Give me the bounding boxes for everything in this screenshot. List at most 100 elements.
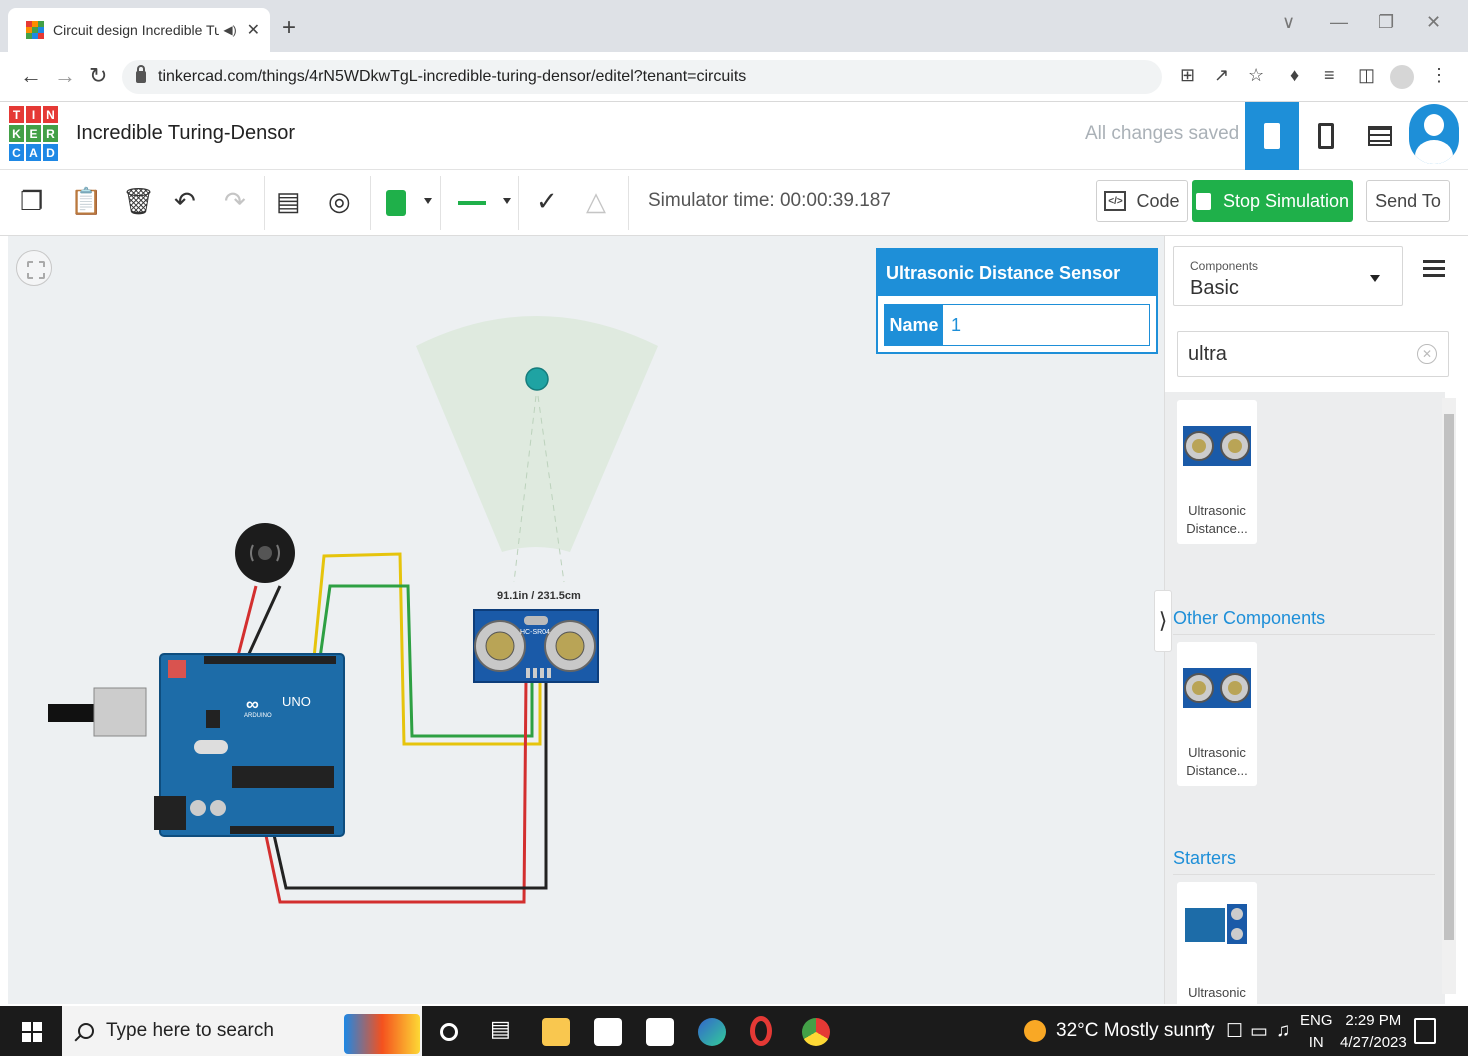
circuit-view-button[interactable] <box>1245 102 1299 170</box>
stop-simulation-button[interactable]: Stop Simulation <box>1192 180 1353 222</box>
redo-icon[interactable]: ↷ <box>224 186 246 217</box>
annotation-pin-icon[interactable]: ◎ <box>328 186 351 217</box>
close-tab-icon[interactable]: ✕ <box>247 20 260 40</box>
reading-list-icon[interactable]: ≡ <box>1324 65 1335 86</box>
schematic-view-button[interactable] <box>1299 102 1353 170</box>
section-divider <box>1173 874 1435 875</box>
forward-icon[interactable]: → <box>54 63 76 89</box>
cortana-icon[interactable] <box>440 1023 458 1041</box>
send-to-button[interactable]: Send To <box>1366 180 1450 222</box>
new-tab-button[interactable]: + <box>282 14 296 42</box>
scrollbar-thumb[interactable] <box>1444 414 1454 940</box>
section-other-components[interactable]: Other Components <box>1173 608 1325 629</box>
profile-avatar[interactable] <box>1390 65 1414 89</box>
notifications-icon[interactable] <box>1414 1018 1436 1044</box>
components-category-select[interactable]: Components Basic <box>1173 246 1403 306</box>
flip-icon[interactable]: △ <box>586 186 606 217</box>
weather-icon[interactable] <box>1024 1020 1046 1042</box>
copy-icon[interactable]: ❐ <box>20 186 43 217</box>
wire-color-swatch[interactable] <box>386 190 406 216</box>
code-icon: </> <box>1104 191 1127 211</box>
ultrasonic-sensor-thumbnail-icon <box>1183 668 1251 708</box>
ultrasonic-sensor-thumbnail-icon <box>1183 426 1251 466</box>
name-input[interactable]: 1 <box>943 305 1149 345</box>
display-icon[interactable]: ▭ <box>1250 1020 1268 1043</box>
code-button[interactable]: </> Code <box>1096 180 1188 222</box>
region-code: IN <box>1308 1034 1324 1051</box>
audio-playing-icon[interactable]: ◀) <box>223 23 236 37</box>
card-label-line: Ultrasonic <box>1188 985 1246 1000</box>
stop-icon <box>1195 192 1211 210</box>
weather-text[interactable]: 32°C Mostly sunny <box>1056 1020 1215 1042</box>
rotate-icon[interactable]: ✓ <box>536 186 558 217</box>
component-results-list: Ultrasonic Distance... Other Components … <box>1165 392 1445 1004</box>
minimize-button[interactable]: — <box>1330 12 1348 33</box>
extensions-icon[interactable]: ♦ <box>1290 65 1299 86</box>
lock-icon <box>136 65 146 83</box>
wire-type-dropdown-icon[interactable] <box>503 198 511 204</box>
browser-menu-icon[interactable]: ⋮ <box>1430 65 1448 86</box>
reload-icon[interactable]: ↻ <box>89 63 107 89</box>
task-view-icon[interactable]: ▤ <box>490 1016 518 1044</box>
wire-type-swatch[interactable] <box>458 201 486 205</box>
search-highlight-icon[interactable] <box>344 1014 420 1054</box>
close-window-button[interactable]: ✕ <box>1426 12 1441 33</box>
file-explorer-icon[interactable] <box>542 1018 570 1046</box>
url-text: tinkercad.com/things/4rN5WDkwTgL-incredi… <box>158 68 747 85</box>
tab-search-chevron-icon[interactable]: ∨ <box>1282 12 1295 33</box>
component-list-button[interactable] <box>1353 102 1407 170</box>
target-object <box>525 367 549 391</box>
section-starters[interactable]: Starters <box>1173 848 1236 869</box>
collapse-panel-toggle[interactable]: ⟩ <box>1154 590 1172 652</box>
windows-start-icon[interactable] <box>22 1022 42 1042</box>
notes-icon[interactable]: ▤ <box>276 186 301 217</box>
tray-chevron-icon[interactable]: ⌃ <box>1198 1020 1214 1043</box>
bookmark-star-icon[interactable]: ☆ <box>1248 65 1264 86</box>
install-app-icon[interactable]: ⊞ <box>1180 65 1195 86</box>
wire-color-dropdown-icon[interactable] <box>424 198 432 204</box>
delete-icon[interactable]: 🗑 <box>122 186 155 217</box>
component-card[interactable]: Ultrasonic Distance... <box>1177 642 1257 786</box>
component-list-icon <box>1368 126 1392 146</box>
side-panel-icon[interactable]: ◫ <box>1358 65 1375 86</box>
sensor-detection-cone <box>416 316 658 552</box>
component-card[interactable]: Ultrasonic Distance... <box>1177 400 1257 544</box>
undo-icon[interactable]: ↶ <box>174 186 196 217</box>
restore-button[interactable]: ❐ <box>1378 12 1394 33</box>
mail-icon[interactable] <box>646 1018 674 1046</box>
starter-card[interactable]: Ultrasonic <box>1177 882 1257 1004</box>
inspector-title: Ultrasonic Distance Sensor <box>878 250 1156 296</box>
taskbar-search-placeholder: Type here to search <box>106 1020 274 1041</box>
arduino-infinity-icon: ∞ <box>246 694 259 714</box>
search-icon <box>78 1023 94 1039</box>
back-icon[interactable]: ← <box>20 63 42 89</box>
paste-icon[interactable]: 📋 <box>70 186 102 217</box>
panel-scrollbar[interactable] <box>1442 398 1456 994</box>
url-field[interactable]: tinkercad.com/things/4rN5WDkwTgL-incredi… <box>122 60 1162 94</box>
components-caption: Components <box>1190 259 1259 273</box>
network-icon[interactable]: ☐ <box>1226 1020 1243 1043</box>
chrome-icon[interactable] <box>802 1018 830 1046</box>
card-label-line: Distance... <box>1186 763 1248 778</box>
edge-icon[interactable] <box>698 1018 726 1046</box>
share-icon[interactable]: ↗ <box>1214 65 1229 86</box>
clock-date: 4/27/2023 <box>1340 1034 1407 1051</box>
user-avatar[interactable] <box>1409 104 1459 164</box>
component-search-input[interactable] <box>1177 331 1449 377</box>
volume-muted-icon[interactable]: ♫ <box>1276 1020 1290 1042</box>
opera-icon[interactable] <box>750 1016 772 1046</box>
tinkercad-logo[interactable]: T I N K E R C A D <box>9 106 58 161</box>
editor-toolbar: ❐ 📋 🗑 ↶ ↷ ▤ ◎ ✓ △ Simulator time: 00:00:… <box>0 170 1468 236</box>
store-icon[interactable] <box>594 1018 622 1046</box>
tinkercad-favicon-icon <box>26 21 44 39</box>
language-indicator[interactable]: ENG IN <box>1300 1010 1333 1054</box>
project-title[interactable]: Incredible Turing-Densor <box>76 122 295 145</box>
card-label-line: Ultrasonic <box>1188 503 1246 518</box>
system-clock[interactable]: 2:29 PM 4/27/2023 <box>1340 1010 1407 1054</box>
list-view-icon[interactable] <box>1423 260 1445 280</box>
component-inspector: Ultrasonic Distance Sensor Name 1 <box>876 248 1158 354</box>
browser-tab[interactable]: Circuit design Incredible Turi ◀) ✕ <box>8 8 270 52</box>
board-model-label: UNO <box>282 694 311 709</box>
toolbar-divider <box>628 176 629 230</box>
clear-search-icon[interactable]: ✕ <box>1417 344 1437 364</box>
